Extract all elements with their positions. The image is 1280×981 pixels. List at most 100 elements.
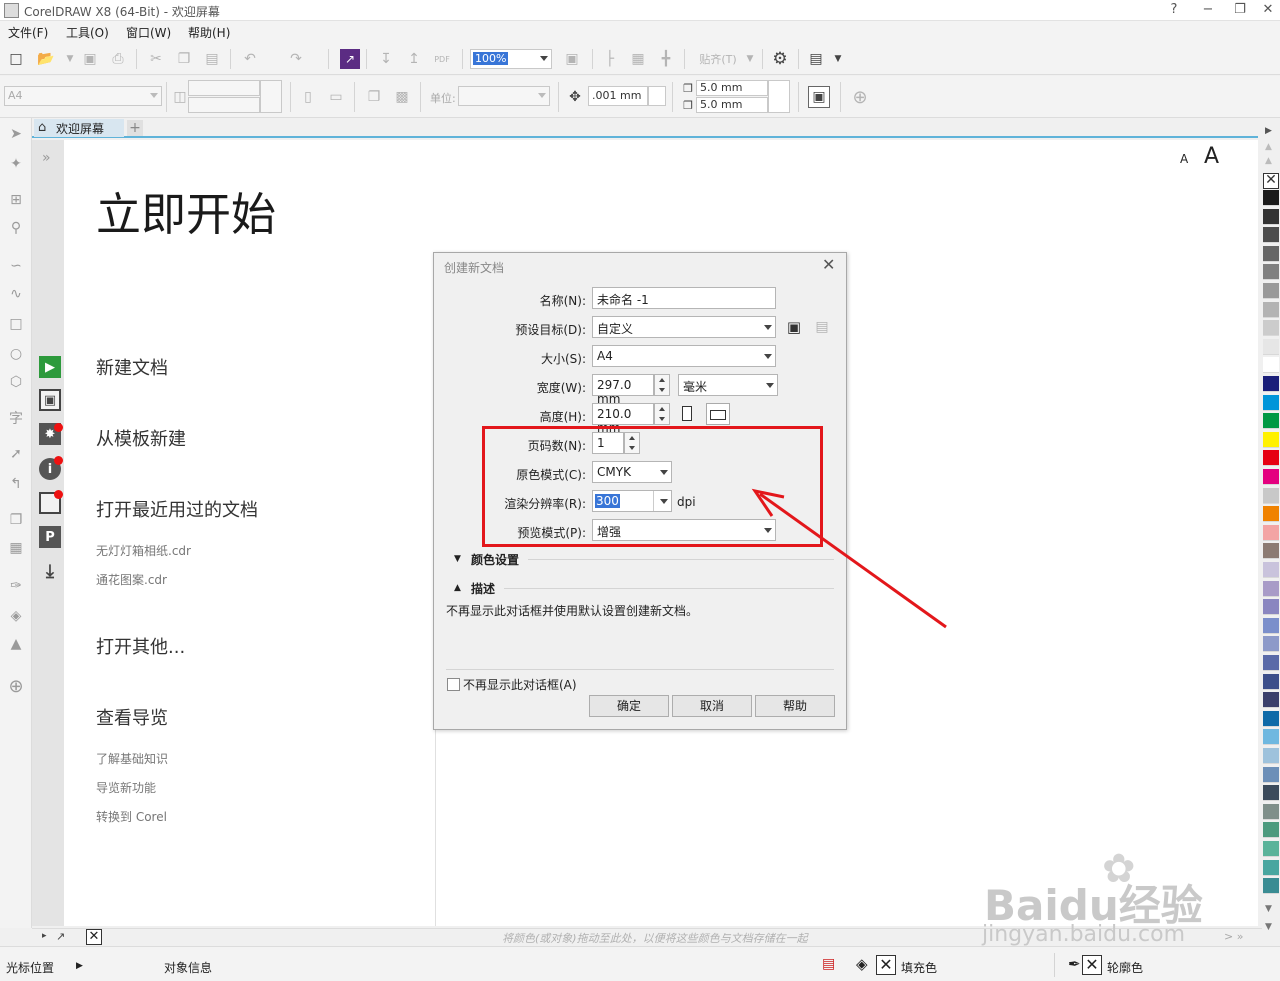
open-icon[interactable]: 📂 bbox=[36, 49, 56, 69]
expand-chevrons-icon[interactable]: » bbox=[42, 150, 51, 166]
crop-tool-icon[interactable]: ⊞ bbox=[6, 190, 26, 210]
page-height-input[interactable] bbox=[188, 97, 260, 113]
tour-link[interactable]: 转换到 Corel bbox=[96, 808, 167, 825]
color-swatch[interactable] bbox=[1263, 580, 1279, 597]
tour-link[interactable]: 导览新功能 bbox=[96, 779, 156, 796]
color-swatch[interactable] bbox=[1263, 469, 1279, 485]
units-dropdown[interactable]: 毫米 bbox=[678, 374, 778, 396]
recent-file-link[interactable]: 无灯灯箱相纸.cdr bbox=[96, 542, 191, 559]
application-launcher-icon[interactable]: ▤ bbox=[806, 49, 826, 69]
show-rulers-icon[interactable]: ├ bbox=[600, 49, 620, 69]
drop-shadow-tool-icon[interactable]: ❐ bbox=[6, 510, 26, 530]
color-swatch[interactable] bbox=[1263, 357, 1279, 374]
color-swatch[interactable] bbox=[1263, 692, 1279, 709]
new-tab-plus-icon[interactable]: + bbox=[127, 120, 143, 136]
color-swatch[interactable] bbox=[1263, 245, 1279, 262]
height-spinner[interactable] bbox=[654, 403, 670, 425]
paste-icon[interactable]: ▤ bbox=[202, 49, 222, 69]
color-swatch[interactable] bbox=[1263, 822, 1279, 839]
text-tool-icon[interactable]: 字 bbox=[6, 408, 26, 428]
nudge-distance-spinner[interactable] bbox=[648, 86, 666, 106]
palette-scroll-down-icon[interactable]: ▼ bbox=[1265, 922, 1272, 932]
height-input[interactable]: 210.0 mm bbox=[592, 403, 654, 435]
font-larger-button[interactable]: A bbox=[1204, 144, 1219, 169]
color-swatch[interactable] bbox=[1263, 729, 1279, 746]
launcher-dropdown-icon[interactable]: ▼ bbox=[828, 49, 848, 69]
open-other-link[interactable]: 打开其他... bbox=[96, 633, 185, 659]
dont-show-again-checkbox[interactable] bbox=[447, 678, 460, 691]
color-swatch[interactable] bbox=[1263, 655, 1279, 671]
cursor-flyout-arrow-icon[interactable]: ▶ bbox=[76, 961, 83, 971]
width-spinner[interactable] bbox=[654, 374, 670, 396]
color-swatch[interactable] bbox=[1263, 487, 1279, 504]
restore-button[interactable]: ❐ bbox=[1226, 1, 1254, 19]
ok-button[interactable]: 确定 bbox=[589, 695, 669, 717]
tour-link[interactable]: 了解基础知识 bbox=[96, 750, 168, 767]
color-swatch[interactable] bbox=[1263, 264, 1279, 281]
color-swatch[interactable] bbox=[1263, 803, 1279, 820]
color-swatch[interactable] bbox=[1263, 785, 1279, 802]
publish-pdf-icon[interactable]: PDF bbox=[432, 49, 452, 69]
portrait-icon[interactable]: ▯ bbox=[298, 87, 318, 107]
print-icon[interactable]: ⎙ bbox=[108, 49, 128, 69]
zoom-tool-icon[interactable]: ⚲ bbox=[6, 218, 26, 238]
help-icon[interactable]: ? bbox=[1160, 1, 1188, 19]
redo-icon[interactable]: ↷ bbox=[286, 49, 306, 69]
scroll-right-icon[interactable]: > » bbox=[1224, 930, 1243, 943]
color-swatch[interactable] bbox=[1263, 394, 1279, 411]
color-swatch[interactable] bbox=[1263, 673, 1279, 690]
description-section[interactable]: 描述 bbox=[471, 580, 495, 597]
ellipse-tool-icon[interactable]: ○ bbox=[6, 344, 26, 364]
cancel-button[interactable]: 取消 bbox=[672, 695, 752, 717]
color-settings-section[interactable]: 颜色设置 bbox=[471, 551, 519, 568]
artistic-media-tool-icon[interactable]: ∿ bbox=[6, 284, 26, 304]
no-color-swatch[interactable]: ✕ bbox=[1263, 173, 1279, 189]
zoom-level-dropdown[interactable]: 100% bbox=[470, 49, 552, 69]
page-size-dropdown[interactable]: A4 bbox=[4, 86, 162, 106]
close-button[interactable]: ✕ bbox=[1254, 1, 1280, 19]
corel-connect-icon[interactable]: ↗ bbox=[340, 49, 360, 69]
import-icon[interactable]: ↧ bbox=[376, 49, 396, 69]
color-swatch[interactable] bbox=[1263, 338, 1279, 355]
smart-fill-tool-icon[interactable]: ▲ bbox=[6, 634, 26, 654]
save-preset-icon[interactable]: ▣ bbox=[784, 317, 804, 337]
page-dimensions-spinner[interactable] bbox=[260, 80, 282, 113]
menu-help[interactable]: 帮助(H) bbox=[188, 24, 230, 41]
outline-color-none-swatch[interactable]: ✕ bbox=[1082, 955, 1102, 975]
interactive-fill-tool-icon[interactable]: ◈ bbox=[6, 606, 26, 626]
no-color-swatch[interactable]: ✕ bbox=[86, 929, 102, 945]
color-swatch[interactable] bbox=[1263, 376, 1279, 392]
color-swatch[interactable] bbox=[1263, 208, 1279, 225]
color-swatch[interactable] bbox=[1263, 283, 1279, 299]
new-document-icon[interactable]: □ bbox=[6, 49, 26, 69]
font-smaller-button[interactable]: A bbox=[1180, 152, 1188, 166]
recent-file-link[interactable]: 通花图案.cdr bbox=[96, 571, 167, 588]
color-proofing-icon[interactable]: ▤ bbox=[822, 956, 835, 972]
collapse-triangle-icon[interactable]: ▲ bbox=[454, 583, 461, 593]
color-swatch[interactable] bbox=[1263, 543, 1279, 560]
color-swatch[interactable] bbox=[1263, 748, 1279, 764]
snap-to-button[interactable]: 贴齐(T) bbox=[696, 49, 740, 69]
color-swatch[interactable] bbox=[1263, 859, 1279, 876]
shape-tool-icon[interactable]: ✦ bbox=[6, 154, 26, 174]
color-swatch[interactable] bbox=[1263, 636, 1279, 653]
color-swatch[interactable] bbox=[1263, 227, 1279, 244]
copy-icon[interactable]: ❐ bbox=[174, 49, 194, 69]
workspace-monitor-icon[interactable]: ▣ bbox=[39, 389, 61, 411]
show-grid-icon[interactable]: ▦ bbox=[628, 49, 648, 69]
color-swatch[interactable] bbox=[1263, 878, 1279, 895]
undo-icon[interactable]: ↶ bbox=[240, 49, 260, 69]
minimize-button[interactable]: − bbox=[1194, 1, 1222, 19]
freehand-tool-icon[interactable]: ∽ bbox=[6, 256, 26, 276]
color-swatch[interactable] bbox=[1263, 190, 1279, 206]
snap-dropdown-icon[interactable]: ▼ bbox=[740, 49, 760, 69]
open-dropdown-icon[interactable]: ▼ bbox=[60, 49, 80, 69]
portrait-orientation-icon[interactable] bbox=[682, 406, 692, 421]
color-swatch[interactable] bbox=[1263, 599, 1279, 616]
color-swatch[interactable] bbox=[1263, 431, 1279, 448]
save-icon[interactable]: ▣ bbox=[80, 49, 100, 69]
download-updates-icon[interactable]: ⤓ bbox=[39, 560, 61, 582]
palette-scroll-up-icon[interactable]: ▲ bbox=[1265, 156, 1272, 166]
color-eyedropper-tool-icon[interactable]: ✑ bbox=[6, 576, 26, 596]
help-button[interactable]: 帮助 bbox=[755, 695, 835, 717]
